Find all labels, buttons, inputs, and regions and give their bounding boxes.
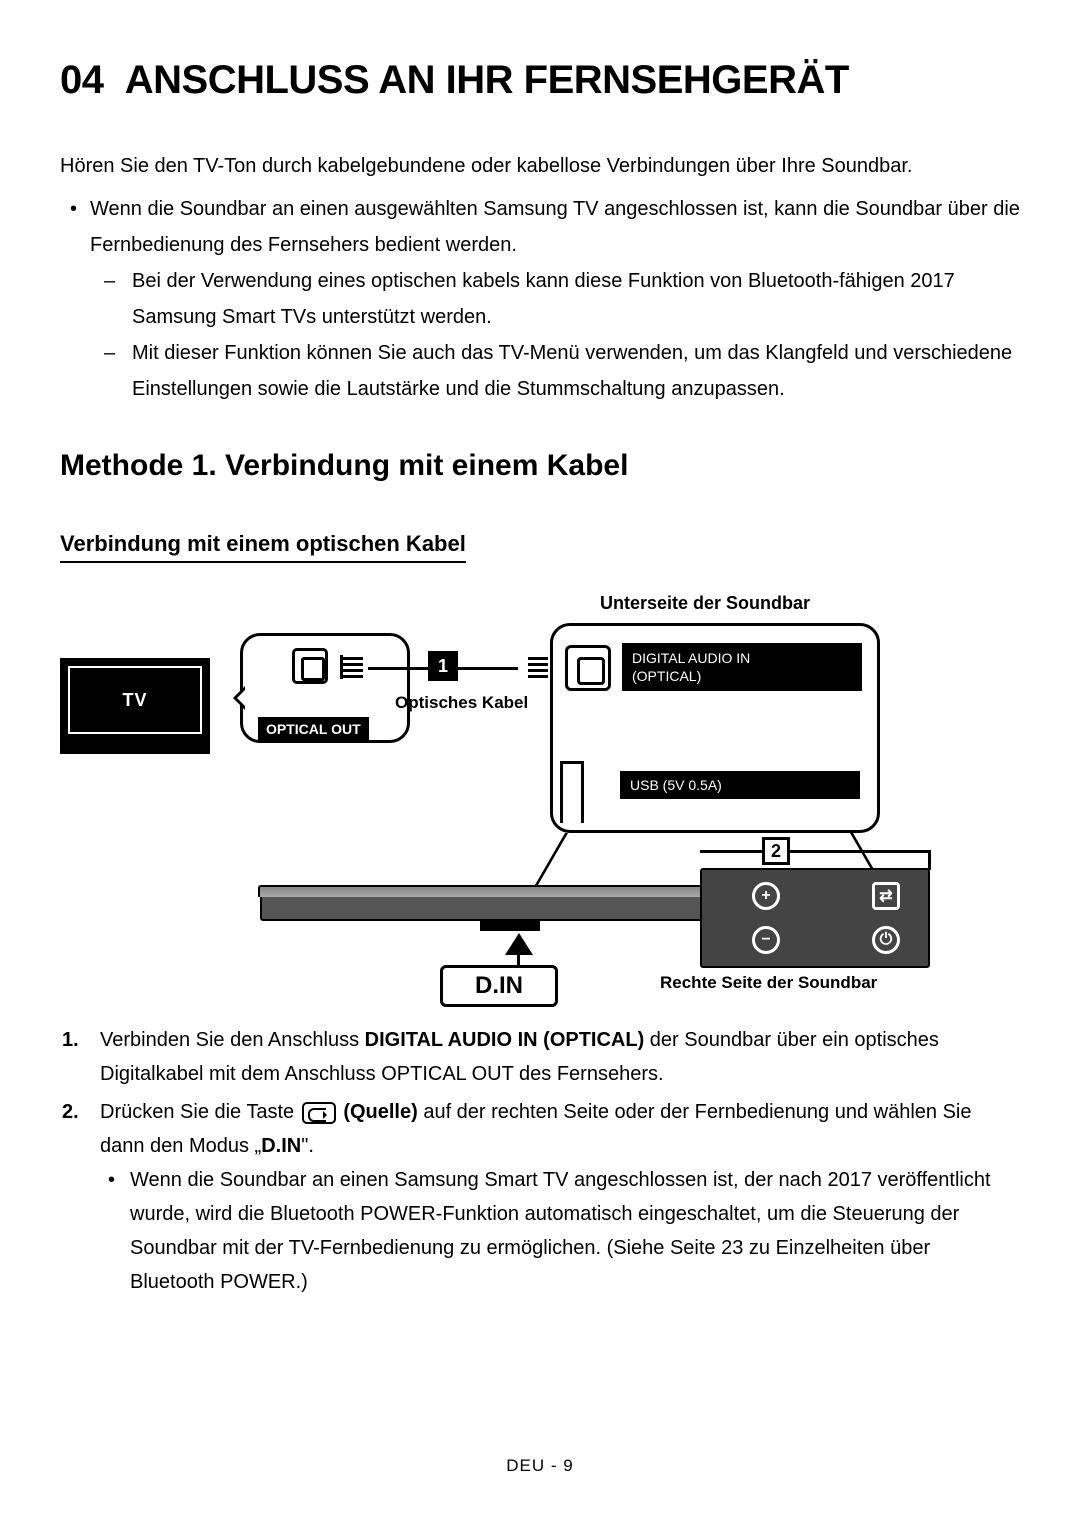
soundbar-underside-label: Unterseite der Soundbar bbox=[600, 593, 810, 614]
step-bold: DIGITAL AUDIO IN (OPTICAL) bbox=[365, 1029, 645, 1051]
chapter-number: 04 bbox=[60, 58, 104, 102]
cable-plug-icon bbox=[518, 655, 548, 679]
sub-title: Verbindung mit einem optischen Kabel bbox=[60, 531, 466, 563]
soundbar-right-side-label: Rechte Seite der Soundbar bbox=[660, 973, 877, 993]
digital-audio-port-icon bbox=[565, 645, 611, 691]
usb-badge: USB (5V 0.5A) bbox=[620, 771, 860, 799]
power-button-icon: ⏻ bbox=[872, 926, 900, 954]
optical-out-badge: OPTICAL OUT bbox=[258, 717, 369, 741]
din-display-label: D.IN bbox=[440, 965, 558, 1007]
step-bold: D.IN bbox=[261, 1135, 301, 1157]
step-1: 1. Verbinden Sie den Anschluss DIGITAL A… bbox=[100, 1023, 1020, 1091]
cable-line bbox=[458, 667, 518, 670]
chapter-heading: ANSCHLUSS AN IHR FERNSEHGERÄT bbox=[125, 58, 849, 102]
intro-paragraph: Hören Sie den TV-Ton durch kabelgebunden… bbox=[60, 151, 1020, 181]
intro-sub-item: Bei der Verwendung eines optischen kabel… bbox=[132, 263, 1020, 335]
soundbar-side-panel: + − ⇄ ⏻ bbox=[700, 868, 930, 968]
usb-port-icon bbox=[560, 761, 584, 823]
tv-label: TV bbox=[68, 666, 202, 734]
badge-line: DIGITAL AUDIO IN bbox=[632, 650, 750, 666]
digital-audio-in-badge: DIGITAL AUDIO IN (OPTICAL) bbox=[622, 643, 862, 691]
callout-leader-line bbox=[928, 850, 931, 870]
volume-up-icon: + bbox=[752, 882, 780, 910]
step-2-bullet: Wenn die Soundbar an einen Samsung Smart… bbox=[130, 1163, 1020, 1299]
bullet-text: Wenn die Soundbar an einen ausgewählten … bbox=[90, 198, 1020, 256]
page-footer: DEU - 9 bbox=[0, 1456, 1080, 1476]
chapter-title: 04 ANSCHLUSS AN IHR FERNSEHGERÄT bbox=[60, 58, 1020, 103]
instruction-steps: 1. Verbinden Sie den Anschluss DIGITAL A… bbox=[60, 1023, 1020, 1299]
step-number: 2. bbox=[62, 1095, 79, 1129]
callout-marker-2: 2 bbox=[762, 837, 790, 865]
callout-marker-1: 1 bbox=[428, 651, 458, 681]
optical-port-icon bbox=[292, 648, 328, 684]
step-2-sublist: Wenn die Soundbar an einen Samsung Smart… bbox=[100, 1163, 1020, 1299]
badge-line: (OPTICAL) bbox=[632, 668, 701, 684]
callout-leader-line bbox=[790, 850, 930, 853]
step-text: Drücken Sie die Taste bbox=[100, 1101, 300, 1123]
cable-line bbox=[368, 667, 428, 670]
method-title: Methode 1. Verbindung mit einem Kabel bbox=[60, 449, 1020, 483]
arrow-up-icon bbox=[505, 933, 533, 955]
source-button-icon: ⇄ bbox=[872, 882, 900, 910]
step-bold: (Quelle) bbox=[343, 1101, 417, 1123]
callout-leader-line bbox=[530, 833, 568, 893]
step-text: ". bbox=[301, 1135, 314, 1157]
optical-cable-label: Optisches Kabel bbox=[395, 693, 528, 713]
soundbar-icon bbox=[260, 893, 760, 921]
step-2: 2. Drücken Sie die Taste (Quelle) auf de… bbox=[100, 1095, 1020, 1299]
tv-icon: TV bbox=[60, 658, 210, 754]
soundbar-foot-icon bbox=[480, 921, 540, 931]
volume-down-icon: − bbox=[752, 926, 780, 954]
intro-bullet-list: Wenn die Soundbar an einen ausgewählten … bbox=[60, 191, 1020, 407]
cable-plug-icon bbox=[340, 655, 370, 679]
source-icon bbox=[302, 1102, 336, 1124]
intro-bullet-item: Wenn die Soundbar an einen ausgewählten … bbox=[90, 191, 1020, 407]
step-text: Verbinden Sie den Anschluss bbox=[100, 1029, 365, 1051]
intro-sub-list: Bei der Verwendung eines optischen kabel… bbox=[90, 263, 1020, 407]
callout-leader-line bbox=[700, 850, 762, 853]
intro-sub-item: Mit dieser Funktion können Sie auch das … bbox=[132, 335, 1020, 407]
connection-diagram: Unterseite der Soundbar TV OPTICAL OUT 1… bbox=[60, 593, 1020, 993]
step-number: 1. bbox=[62, 1023, 79, 1057]
